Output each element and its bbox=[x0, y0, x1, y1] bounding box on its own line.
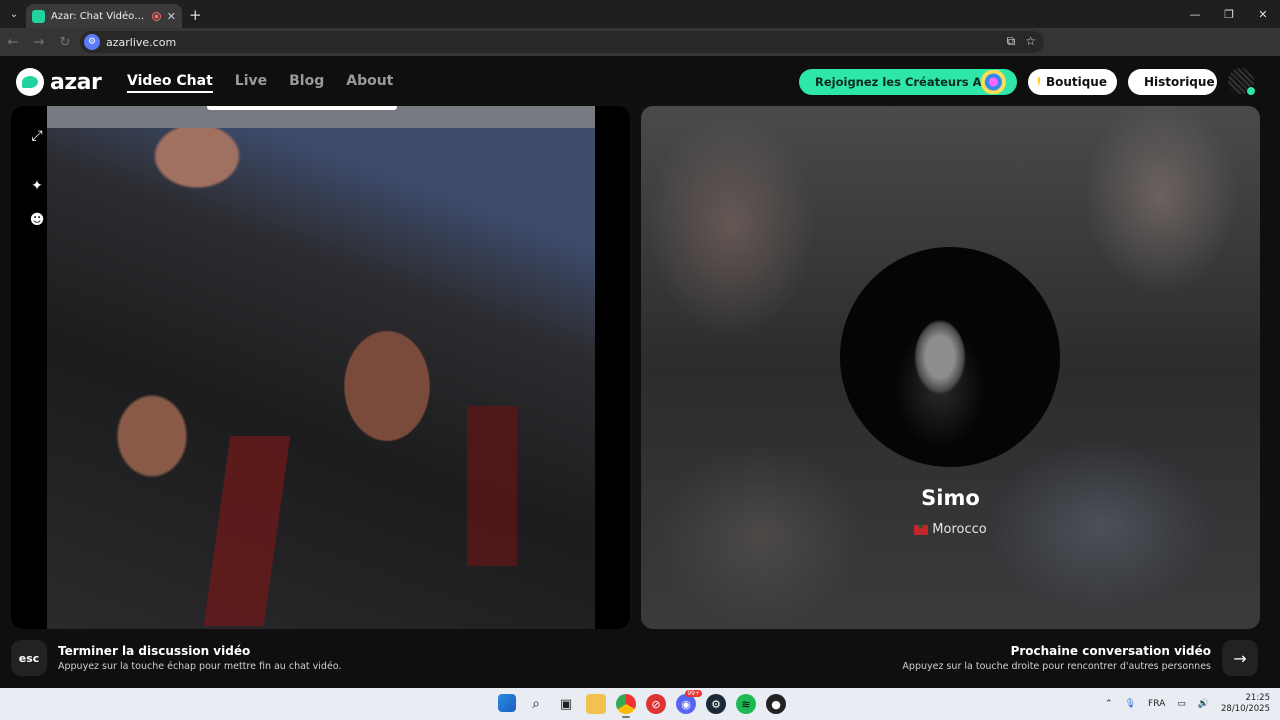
face-icon[interactable]: ☻ bbox=[27, 210, 47, 230]
new-tab-button[interactable]: + bbox=[189, 6, 202, 24]
main-nav: Video Chat Live Blog About bbox=[127, 73, 393, 93]
back-icon[interactable]: ← bbox=[0, 35, 26, 50]
join-creators-label: Rejoignez les Créateurs Azar bbox=[815, 75, 1002, 89]
next-chat-subtitle: Appuyez sur la touche droite pour rencon… bbox=[902, 661, 1211, 672]
nav-video-chat[interactable]: Video Chat bbox=[127, 73, 213, 93]
maximize-button[interactable]: ❐ bbox=[1212, 0, 1246, 28]
task-view-icon[interactable]: ▣ bbox=[556, 694, 576, 714]
tab-search-menu-icon[interactable]: ⌄ bbox=[0, 0, 28, 28]
diamond-icon bbox=[1038, 77, 1040, 87]
sparkle-icon[interactable]: ✦ bbox=[27, 176, 47, 196]
spotify-icon[interactable]: ≋ bbox=[736, 694, 756, 714]
chrome-icon[interactable] bbox=[616, 694, 636, 718]
clock-date: 28/10/2025 bbox=[1221, 704, 1270, 714]
online-status-icon bbox=[1246, 86, 1256, 96]
install-app-icon[interactable]: ⧉ bbox=[1007, 34, 1016, 49]
system-tray: ⌃ 🎙 FRA ▭ 🔊 21:25 28/10/2025 bbox=[1105, 688, 1270, 720]
clock-time: 21:25 bbox=[1245, 693, 1271, 703]
self-camera-feed bbox=[47, 106, 595, 629]
nav-about[interactable]: About bbox=[346, 73, 393, 93]
partner-name: Simo bbox=[921, 486, 980, 510]
recording-indicator-icon bbox=[151, 11, 161, 21]
join-creators-button[interactable]: Rejoignez les Créateurs Azar bbox=[799, 69, 1017, 95]
historique-label: Historique bbox=[1144, 75, 1215, 89]
azar-favicon-icon bbox=[32, 9, 45, 23]
azar-logo-icon bbox=[16, 68, 44, 96]
taskbar-clock[interactable]: 21:25 28/10/2025 bbox=[1221, 693, 1270, 715]
end-chat-esc-button[interactable]: esc bbox=[11, 640, 47, 676]
boutique-button[interactable]: Boutique bbox=[1028, 69, 1117, 95]
volume-icon[interactable]: 🔊 bbox=[1198, 699, 1209, 709]
file-explorer-icon[interactable] bbox=[586, 694, 606, 714]
steam-icon[interactable]: ⚙ bbox=[706, 694, 726, 714]
discord-badge: 99+ bbox=[685, 690, 702, 697]
window-controls: — ❐ ✕ bbox=[1178, 0, 1280, 28]
microphone-icon[interactable]: 🎙 bbox=[1125, 699, 1136, 709]
close-tab-icon[interactable]: ✕ bbox=[167, 10, 176, 23]
app-red-icon[interactable]: ⊘ bbox=[646, 694, 666, 714]
url-text: azarlive.com bbox=[106, 35, 177, 49]
creators-art-icon bbox=[979, 70, 1015, 94]
network-icon[interactable]: ▭ bbox=[1177, 699, 1186, 709]
expand-icon[interactable]: ⤢ bbox=[27, 126, 47, 146]
reload-icon[interactable]: ↻ bbox=[52, 35, 78, 50]
minimize-button[interactable]: — bbox=[1178, 0, 1212, 28]
close-window-button[interactable]: ✕ bbox=[1246, 0, 1280, 28]
forward-icon[interactable]: → bbox=[26, 35, 52, 50]
address-bar-row: ← → ↻ ⚙ azarlive.com ⧉ ☆ ● ◆ / ▲ ◎ ▦ ≡ ⋮ bbox=[0, 28, 1280, 76]
browser-tab[interactable]: Azar: Chat Vidéo, Rencontres ✕ bbox=[26, 4, 182, 28]
next-chat-title: Prochaine conversation vidéo bbox=[1010, 644, 1211, 658]
tab-title: Azar: Chat Vidéo, Rencontres bbox=[51, 10, 146, 22]
nav-live[interactable]: Live bbox=[235, 73, 267, 93]
browser-tab-bar: ⌄ Azar: Chat Vidéo, Rencontres ✕ + — ❐ ✕ bbox=[0, 0, 1280, 28]
url-input[interactable]: ⚙ azarlive.com ⧉ ☆ bbox=[80, 31, 1044, 53]
historique-button[interactable]: Historique bbox=[1128, 69, 1217, 95]
tray-chevron-icon[interactable]: ⌃ bbox=[1105, 699, 1113, 709]
azar-logo[interactable]: azar bbox=[16, 68, 102, 96]
nav-blog[interactable]: Blog bbox=[289, 73, 324, 93]
bookmark-star-icon[interactable]: ☆ bbox=[1025, 34, 1036, 49]
logo-text: azar bbox=[50, 69, 102, 95]
end-chat-title: Terminer la discussion vidéo bbox=[58, 644, 251, 658]
partner-country: Morocco bbox=[641, 522, 1260, 537]
partner-video-panel: Simo Morocco bbox=[641, 106, 1260, 629]
discord-icon[interactable]: ◉ 99+ bbox=[676, 690, 702, 714]
windows-taskbar: ⌕ ▣ ⊘ ◉ 99+ ⚙ ≋ ● ⌃ 🎙 FRA ▭ 🔊 21:25 28/10… bbox=[0, 688, 1280, 720]
taskbar-apps: ⌕ ▣ ⊘ ◉ 99+ ⚙ ≋ ● bbox=[498, 690, 786, 718]
search-icon[interactable]: ⌕ bbox=[526, 694, 546, 714]
user-avatar[interactable] bbox=[1228, 68, 1256, 96]
azar-page: azar Video Chat Live Blog About Rejoigne… bbox=[0, 56, 1280, 688]
site-info-icon[interactable]: ⚙ bbox=[84, 34, 100, 50]
boutique-label: Boutique bbox=[1045, 75, 1107, 89]
morocco-flag-icon bbox=[914, 522, 929, 535]
country-label: Morocco bbox=[932, 522, 987, 537]
self-video-panel: ⤢ ✦ ☻ bbox=[11, 106, 630, 629]
next-chat-button[interactable]: → bbox=[1222, 640, 1258, 676]
partner-profile-photo bbox=[840, 247, 1060, 467]
language-indicator[interactable]: FRA bbox=[1148, 699, 1165, 709]
app-dark-icon[interactable]: ● bbox=[766, 694, 786, 714]
start-icon[interactable] bbox=[498, 694, 516, 712]
end-chat-subtitle: Appuyez sur la touche échap pour mettre … bbox=[58, 661, 342, 672]
